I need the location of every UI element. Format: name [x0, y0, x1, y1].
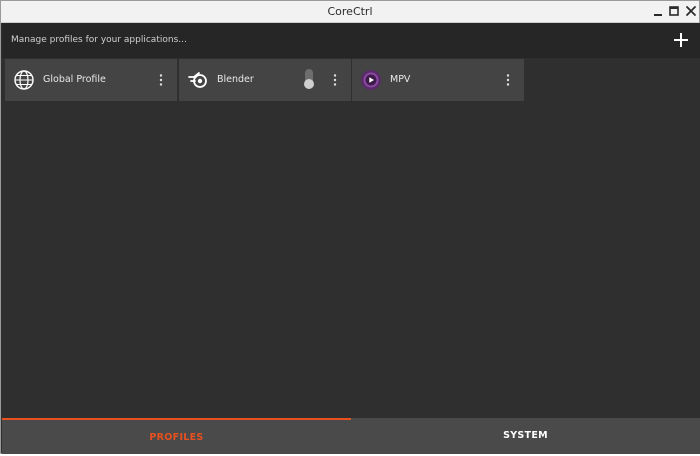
profile-toggle[interactable]: [303, 68, 315, 90]
more-options-icon[interactable]: [502, 72, 514, 88]
profile-card-global[interactable]: Global Profile: [5, 59, 177, 101]
profile-label: MPV: [390, 74, 411, 85]
toolbar: Manage profiles for your applications...: [2, 23, 700, 58]
profiles-area: Global Profile Blender MPV: [2, 58, 700, 418]
globe-icon: [14, 70, 34, 90]
maximize-icon[interactable]: [667, 4, 681, 18]
profile-label: Global Profile: [43, 74, 106, 85]
window-title: CoreCtrl: [327, 5, 373, 18]
minimize-icon[interactable]: [651, 4, 665, 18]
manage-profiles-text: Manage profiles for your applications...: [11, 35, 187, 45]
more-options-icon[interactable]: [155, 72, 167, 88]
close-icon[interactable]: [684, 4, 698, 18]
title-bar[interactable]: CoreCtrl: [1, 1, 699, 23]
tab-system[interactable]: SYSTEM: [351, 418, 700, 454]
add-profile-button[interactable]: [672, 31, 690, 49]
more-options-icon[interactable]: [329, 72, 341, 88]
profile-label: Blender: [217, 74, 254, 85]
blender-icon: [188, 72, 207, 88]
tab-profiles[interactable]: PROFILES: [2, 418, 351, 454]
profile-card-mpv[interactable]: MPV: [352, 59, 524, 101]
app-window: CoreCtrl Manage profiles for your applic…: [0, 0, 700, 454]
bottom-tab-bar: PROFILES SYSTEM: [2, 418, 700, 454]
profile-card-blender[interactable]: Blender: [179, 59, 351, 101]
mpv-icon: [361, 70, 381, 90]
